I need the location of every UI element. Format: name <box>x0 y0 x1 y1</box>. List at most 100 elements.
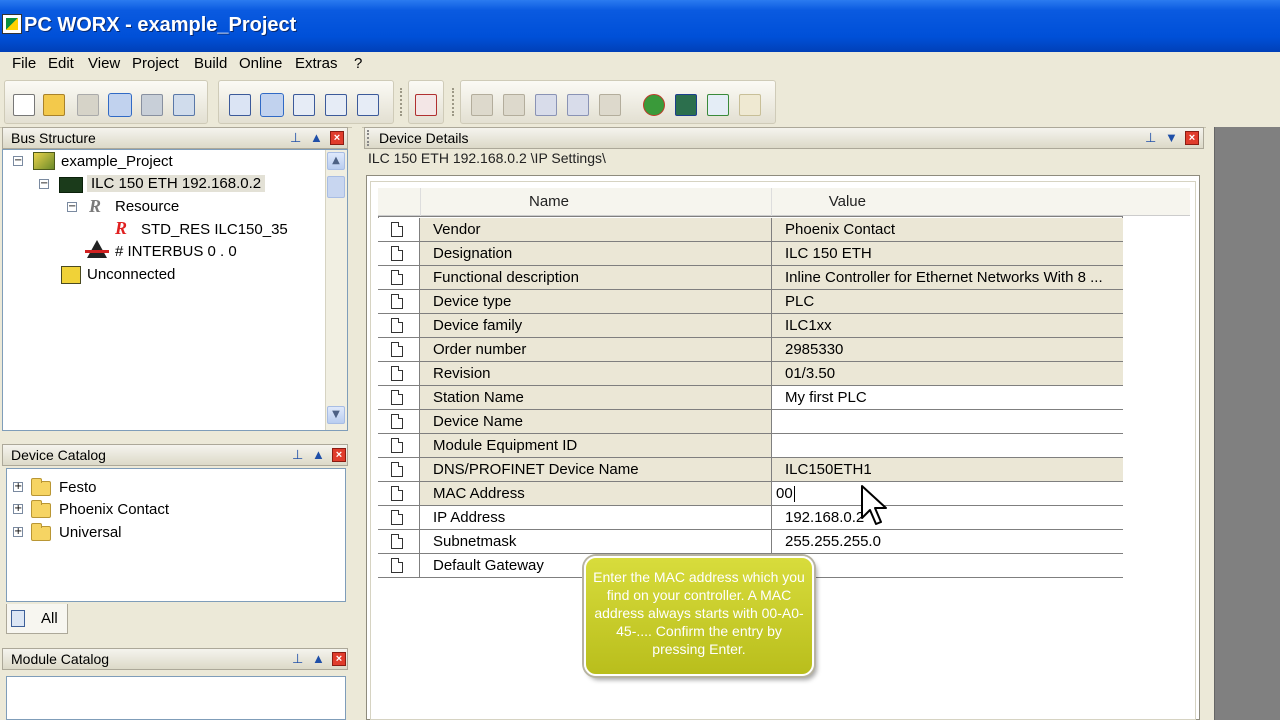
module-equipment-id-field[interactable] <box>772 434 1123 457</box>
tree-scrollbar[interactable]: ▲ ▼ <box>325 150 347 430</box>
table-row[interactable]: Vendor Phoenix Contact <box>378 218 1123 242</box>
table-row[interactable]: MAC Address 00 <box>378 482 1123 506</box>
subnetmask-field[interactable]: 255.255.255.0 <box>772 530 1123 553</box>
document-icon <box>391 510 403 525</box>
maximize-icon[interactable]: ▲ <box>312 448 325 462</box>
message-window-icon[interactable] <box>357 94 379 116</box>
device-name-field[interactable] <box>772 410 1123 433</box>
right-splitter[interactable] <box>1206 127 1214 720</box>
folder-icon <box>31 523 51 541</box>
scroll-up-button[interactable]: ▲ <box>327 152 345 170</box>
menu-file[interactable]: File <box>12 55 36 72</box>
collapse-icon[interactable]: − <box>39 179 49 189</box>
document-icon <box>391 558 403 573</box>
default-gateway-field[interactable] <box>772 554 1123 577</box>
scroll-down-button[interactable]: ▼ <box>327 406 345 424</box>
bus-config-icon[interactable] <box>260 93 284 117</box>
help-window-icon[interactable] <box>325 94 347 116</box>
expand-icon[interactable]: + <box>13 482 23 492</box>
debug-off-icon[interactable] <box>739 94 761 116</box>
menu-extras[interactable]: Extras <box>295 55 338 72</box>
table-row[interactable]: Module Equipment ID <box>378 434 1123 458</box>
catalog-item-phoenix-contact[interactable]: Phoenix Contact <box>59 501 169 518</box>
tree-item-interbus[interactable]: # INTERBUS 0 . 0 <box>115 243 237 260</box>
open-project-icon[interactable] <box>43 94 65 116</box>
table-row[interactable]: Designation ILC 150 ETH <box>378 242 1123 266</box>
variables-icon[interactable] <box>415 94 437 116</box>
new-file-icon[interactable] <box>13 94 35 116</box>
table-row[interactable]: Subnetmask 255.255.255.0 <box>378 530 1123 554</box>
dropdown-icon[interactable]: ▼ <box>1165 131 1178 145</box>
menu-help[interactable]: ? <box>354 55 362 72</box>
menu-online[interactable]: Online <box>239 55 282 72</box>
table-row[interactable]: Order number 2985330 <box>378 338 1123 362</box>
debug-on-icon[interactable] <box>707 94 729 116</box>
collapse-icon[interactable]: − <box>67 202 77 212</box>
close-icon[interactable]: × <box>332 448 346 462</box>
row-value: 2985330 <box>772 338 1123 361</box>
tree-item-project[interactable]: example_Project <box>61 153 173 170</box>
bus-structure-title: Bus Structure <box>11 130 96 146</box>
pin-icon[interactable]: ⊥ <box>292 448 303 462</box>
rebuild-icon[interactable] <box>503 94 525 116</box>
close-icon[interactable]: × <box>330 131 344 145</box>
pin-icon[interactable]: ⊥ <box>1145 131 1156 145</box>
tree-item-unconnected[interactable]: Unconnected <box>87 266 175 283</box>
stop-build-icon[interactable] <box>599 94 621 116</box>
row-icon-cell <box>378 386 420 409</box>
column-name-header[interactable]: Name <box>420 188 772 216</box>
tree-item-controller[interactable]: ILC 150 ETH 192.168.0.2 <box>87 175 266 192</box>
table-row[interactable]: Device type PLC <box>378 290 1123 314</box>
tree-item-std-res[interactable]: STD_RES ILC150_35 <box>141 221 288 238</box>
mac-address-input[interactable]: 00 <box>772 482 1123 505</box>
station-name-field[interactable]: My first PLC <box>772 386 1123 409</box>
row-name: Module Equipment ID <box>420 434 772 457</box>
catalog-item-universal[interactable]: Universal <box>59 524 122 541</box>
refresh-icon[interactable] <box>643 94 665 116</box>
module-catalog-list <box>6 676 346 720</box>
menu-project[interactable]: Project <box>132 55 179 72</box>
expand-icon[interactable]: + <box>13 527 23 537</box>
grid-view-icon[interactable] <box>141 94 163 116</box>
ip-address-field[interactable]: 192.168.0.2 <box>772 506 1123 529</box>
maximize-icon[interactable]: ▲ <box>312 652 325 666</box>
pin-icon[interactable]: ⊥ <box>292 652 303 666</box>
tree-item-resource[interactable]: Resource <box>115 198 179 215</box>
scroll-thumb[interactable] <box>327 176 345 198</box>
table-row[interactable]: Device Name <box>378 410 1123 434</box>
save-icon[interactable] <box>77 94 99 116</box>
menu-build[interactable]: Build <box>194 55 227 72</box>
print-icon[interactable] <box>173 94 195 116</box>
row-name: Vendor <box>420 218 772 241</box>
project-control-icon[interactable] <box>675 94 697 116</box>
close-icon[interactable]: × <box>1185 131 1199 145</box>
pin-icon[interactable]: ⊥ <box>290 131 301 145</box>
process-data-icon[interactable] <box>293 94 315 116</box>
column-name-label: Name <box>528 193 569 210</box>
compile-icon[interactable] <box>471 94 493 116</box>
row-icon-cell <box>378 482 420 505</box>
table-row[interactable]: Station Name My first PLC <box>378 386 1123 410</box>
make-icon[interactable] <box>535 94 557 116</box>
row-name: DNS/PROFINET Device Name <box>420 458 772 481</box>
ide-window-icon[interactable] <box>229 94 251 116</box>
table-row[interactable]: Functional description Inline Controller… <box>378 266 1123 290</box>
drag-handle[interactable] <box>367 130 371 146</box>
menu-edit[interactable]: Edit <box>48 55 74 72</box>
expand-icon[interactable]: + <box>13 504 23 514</box>
menu-view[interactable]: View <box>88 55 120 72</box>
panel-splitter[interactable] <box>352 127 362 720</box>
row-name: MAC Address <box>420 482 772 505</box>
close-icon[interactable]: × <box>332 652 346 666</box>
maximize-icon[interactable]: ▲ <box>310 131 323 145</box>
table-row[interactable]: IP Address 192.168.0.2 <box>378 506 1123 530</box>
layout-view-icon[interactable] <box>108 93 132 117</box>
collapse-icon[interactable]: − <box>13 156 23 166</box>
table-row[interactable]: Revision 01/3.50 <box>378 362 1123 386</box>
patch-icon[interactable] <box>567 94 589 116</box>
table-row[interactable]: Device family ILC1xx <box>378 314 1123 338</box>
catalog-item-festo[interactable]: Festo <box>59 479 97 496</box>
column-value-header[interactable]: Value <box>772 188 1190 216</box>
tab-all[interactable]: All <box>6 604 68 634</box>
table-row[interactable]: DNS/PROFINET Device Name ILC150ETH1 <box>378 458 1123 482</box>
